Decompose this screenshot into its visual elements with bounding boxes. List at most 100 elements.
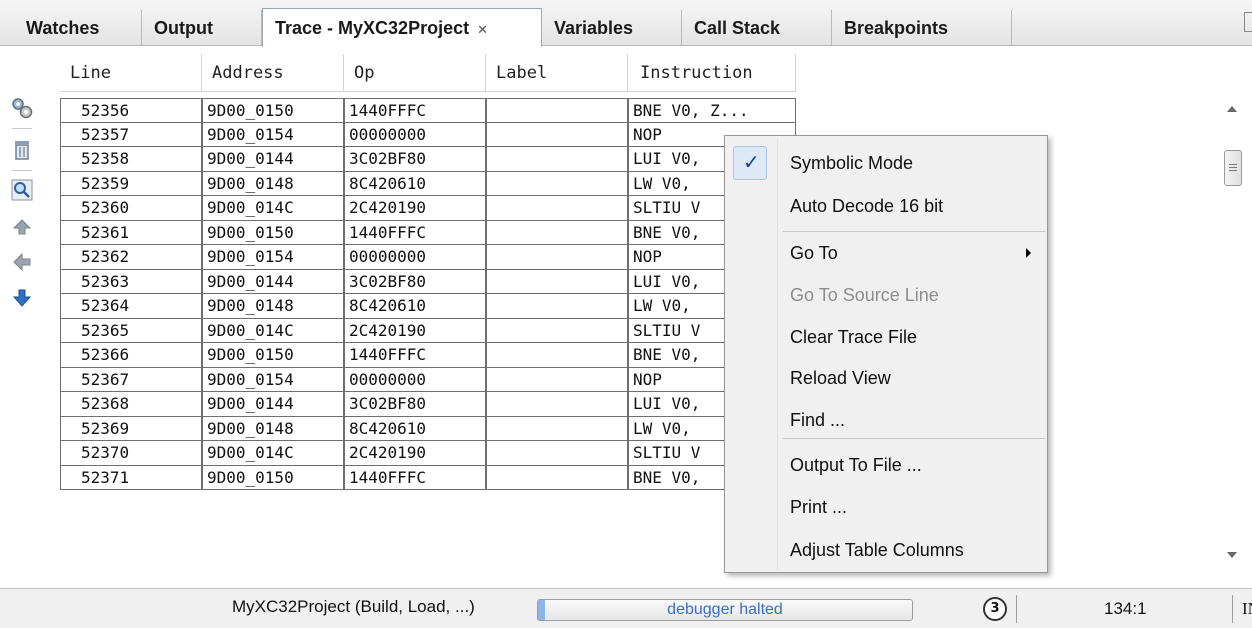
- cell-label: [486, 318, 628, 343]
- cell-op: 2C420190: [344, 441, 486, 466]
- column-header-address[interactable]: Address: [202, 54, 344, 92]
- vertical-scrollbar[interactable]: [1222, 92, 1244, 580]
- scroll-down-arrow-icon[interactable]: [1227, 552, 1237, 558]
- menu-item-label: Reload View: [790, 368, 891, 388]
- cell-label: [486, 98, 628, 123]
- table-row[interactable]: 52360 9D00_014C 2C420190 SLTIU V: [60, 196, 800, 221]
- tab-label: Variables: [554, 18, 634, 38]
- menu-separator: [783, 438, 1045, 439]
- notification-badge[interactable]: 3: [983, 597, 1007, 621]
- column-header-label[interactable]: Label: [486, 54, 628, 92]
- menu-item-auto-decode[interactable]: Auto Decode 16 bit: [725, 186, 1047, 226]
- trace-toolbar: [0, 46, 46, 580]
- tab-trace[interactable]: Trace - MyXC32Project ✕: [262, 8, 542, 47]
- menu-item-label: Print ...: [790, 497, 848, 517]
- table-row[interactable]: 52364 9D00_0148 8C420610 LW V0,: [60, 294, 800, 319]
- menu-item-label: Clear Trace File: [790, 327, 918, 347]
- table-row[interactable]: 52367 9D00_0154 00000000 NOP: [60, 367, 800, 392]
- tab-bar: Watches Output Trace - MyXC32Project ✕ Va…: [0, 0, 1252, 47]
- menu-item-label: Go To: [790, 243, 838, 263]
- toolbar-separator: [12, 128, 32, 129]
- submenu-arrow-icon: [1026, 248, 1031, 258]
- cell-line: 52361: [60, 220, 202, 245]
- menu-item-clear-trace-file[interactable]: Clear Trace File: [725, 317, 1047, 357]
- tab-variables[interactable]: Variables: [542, 10, 682, 46]
- cell-address: 9D00_0150: [202, 98, 344, 123]
- cell-label: [486, 196, 628, 221]
- cell-op: 00000000: [344, 367, 486, 392]
- status-bar: MyXC32Project (Build, Load, ...) debugge…: [0, 588, 1252, 628]
- menu-item-go-to-source-line: Go To Source Line: [725, 275, 1047, 315]
- cell-op: 8C420610: [344, 171, 486, 196]
- table-row[interactable]: 52369 9D00_0148 8C420610 LW V0,: [60, 416, 800, 441]
- menu-item-adjust-table-columns[interactable]: Adjust Table Columns: [725, 530, 1047, 570]
- menu-item-output-to-file[interactable]: Output To File ...: [725, 445, 1047, 485]
- progress-text: debugger halted: [667, 601, 783, 618]
- cell-label: [486, 367, 628, 392]
- settings-gears-icon[interactable]: [10, 96, 34, 120]
- scrollbar-thumb[interactable]: [1224, 150, 1242, 186]
- cell-line: 52359: [60, 171, 202, 196]
- cell-label: [486, 343, 628, 368]
- cursor-position: 134:1: [1104, 599, 1147, 618]
- table-row[interactable]: 52366 9D00_0150 1440FFFC BNE V0,: [60, 343, 800, 368]
- cell-op: 3C02BF80: [344, 392, 486, 417]
- table-row[interactable]: 52370 9D00_014C 2C420190 SLTIU V: [60, 441, 800, 466]
- cell-op: 1440FFFC: [344, 343, 486, 368]
- tab-output[interactable]: Output: [142, 10, 262, 46]
- tab-watches[interactable]: Watches: [14, 10, 142, 46]
- tab-label: Watches: [26, 18, 100, 38]
- status-project-label[interactable]: MyXC32Project (Build, Load, ...): [232, 597, 475, 617]
- menu-item-label: Symbolic Mode: [790, 153, 914, 173]
- close-icon[interactable]: ✕: [477, 22, 488, 37]
- arrow-down-icon[interactable]: [10, 286, 34, 310]
- table-row[interactable]: 52358 9D00_0144 3C02BF80 LUI V0,: [60, 147, 800, 172]
- arrow-left-icon[interactable]: [10, 250, 34, 274]
- cell-line: 52370: [60, 441, 202, 466]
- menu-item-reload-view[interactable]: Reload View: [725, 358, 1047, 398]
- table-row[interactable]: 52361 9D00_0150 1440FFFC BNE V0,: [60, 220, 800, 245]
- tab-label: Output: [154, 18, 213, 38]
- magnifier-icon[interactable]: [10, 178, 34, 202]
- cell-line: 52363: [60, 269, 202, 294]
- window-menu-icon[interactable]: [1244, 12, 1252, 32]
- table-row[interactable]: 52363 9D00_0144 3C02BF80 LUI V0,: [60, 269, 800, 294]
- column-header-instruction[interactable]: Instruction: [628, 54, 796, 92]
- menu-item-go-to[interactable]: Go To: [725, 233, 1047, 273]
- menu-item-symbolic-mode[interactable]: ✓ Symbolic Mode: [725, 143, 1047, 183]
- grip-line: [1229, 164, 1237, 165]
- cell-address: 9D00_0154: [202, 122, 344, 147]
- tab-label: Breakpoints: [844, 18, 949, 38]
- column-header-line[interactable]: Line: [60, 54, 202, 92]
- status-separator: [1016, 595, 1017, 623]
- cell-label: [486, 465, 628, 490]
- scroll-up-arrow-icon[interactable]: [1227, 106, 1237, 112]
- cell-address: 9D00_014C: [202, 196, 344, 221]
- cell-label: [486, 392, 628, 417]
- menu-item-find[interactable]: Find ...: [725, 400, 1047, 440]
- tab-call-stack[interactable]: Call Stack: [682, 10, 832, 46]
- menu-separator: [783, 231, 1045, 232]
- arrow-up-icon[interactable]: [10, 214, 34, 238]
- table-row[interactable]: 52365 9D00_014C 2C420190 SLTIU V: [60, 318, 800, 343]
- cell-address: 9D00_0154: [202, 367, 344, 392]
- cell-op: 1440FFFC: [344, 465, 486, 490]
- cell-label: [486, 245, 628, 270]
- column-header-op[interactable]: Op: [344, 54, 486, 92]
- status-separator: [1232, 595, 1233, 623]
- context-menu: ✓ Symbolic Mode Auto Decode 16 bit Go To…: [724, 135, 1048, 573]
- table-row[interactable]: 52368 9D00_0144 3C02BF80 LUI V0,: [60, 392, 800, 417]
- table-row[interactable]: 52371 9D00_0150 1440FFFC BNE V0,: [60, 465, 800, 490]
- table-row[interactable]: 52357 9D00_0154 00000000 NOP: [60, 122, 800, 147]
- trash-icon[interactable]: [10, 138, 34, 162]
- table-row[interactable]: 52356 9D00_0150 1440FFFC BNE V0, Z...: [60, 98, 800, 123]
- cell-address: 9D00_0154: [202, 245, 344, 270]
- cell-line: 52365: [60, 318, 202, 343]
- menu-item-print[interactable]: Print ...: [725, 487, 1047, 527]
- table-row[interactable]: 52362 9D00_0154 00000000 NOP: [60, 245, 800, 270]
- tab-breakpoints[interactable]: Breakpoints: [832, 10, 1012, 46]
- tab-label: Call Stack: [694, 18, 781, 38]
- cell-label: [486, 294, 628, 319]
- menu-item-label: Auto Decode 16 bit: [790, 196, 944, 216]
- table-row[interactable]: 52359 9D00_0148 8C420610 LW V0,: [60, 171, 800, 196]
